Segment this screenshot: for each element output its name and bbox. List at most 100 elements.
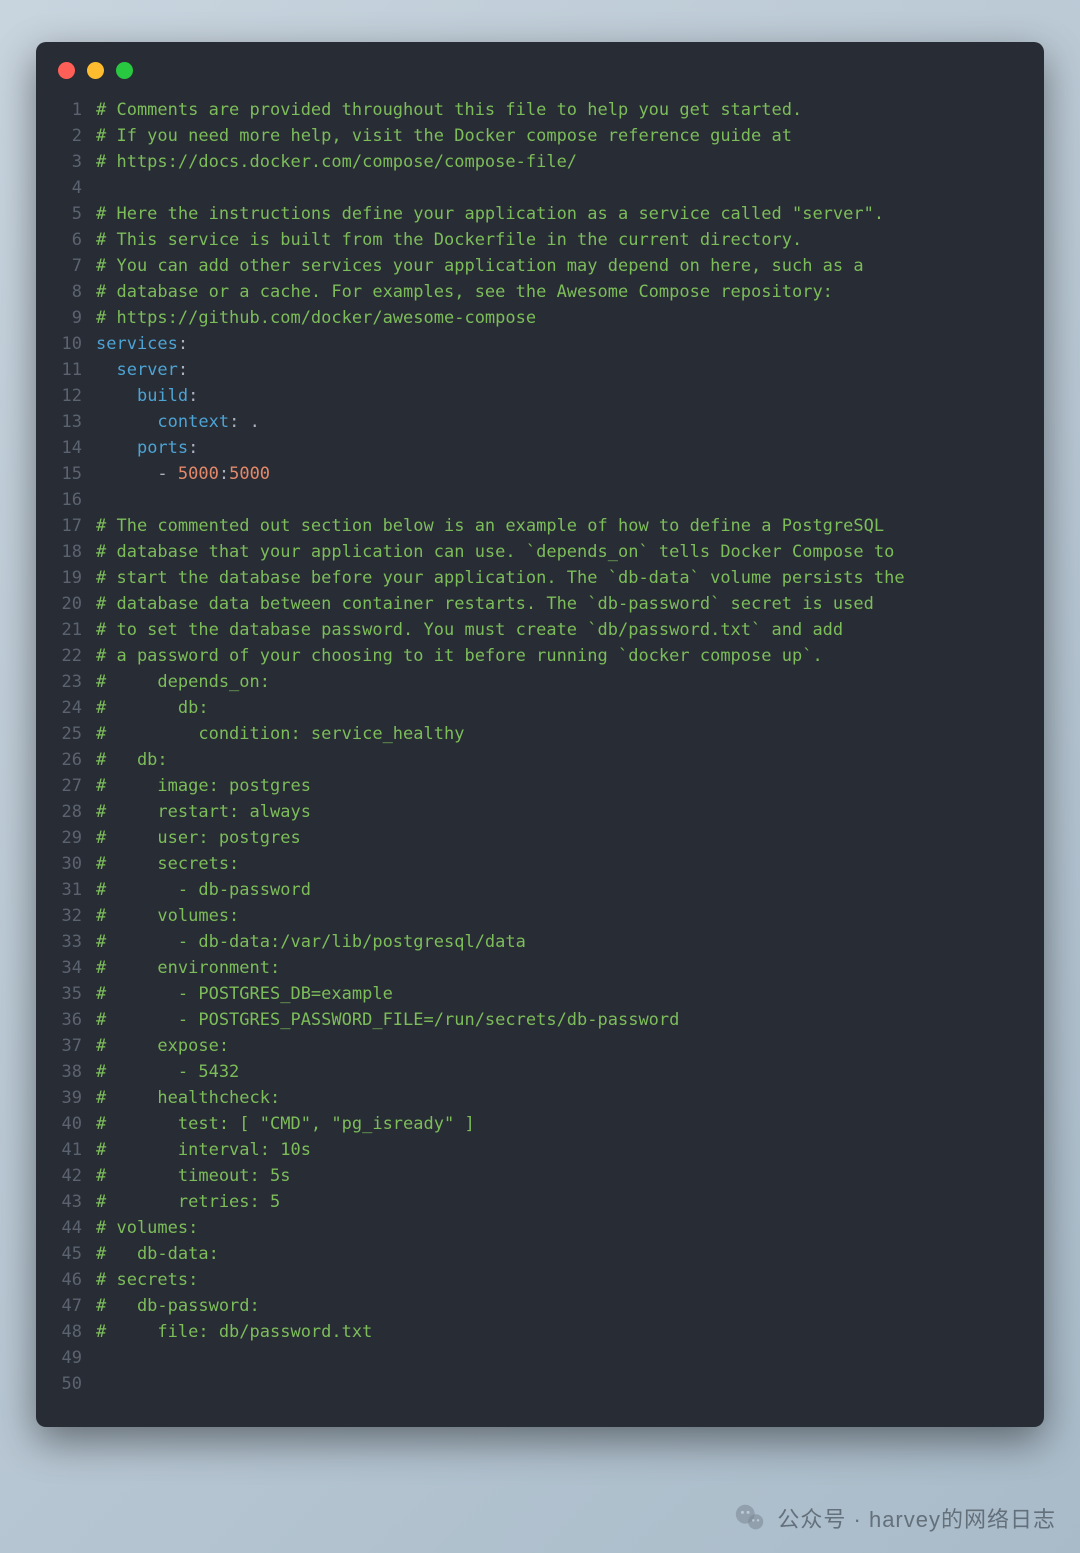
line-number: 14 — [36, 435, 82, 461]
token: # You can add other services your applic… — [96, 256, 864, 276]
code-line[interactable]: # Here the instructions define your appl… — [96, 201, 1024, 227]
line-number: 40 — [36, 1111, 82, 1137]
token: - — [96, 464, 178, 484]
maximize-icon[interactable] — [116, 62, 133, 79]
token: # db-password: — [96, 1296, 260, 1316]
code-line[interactable]: context: . — [96, 409, 1024, 435]
code-line[interactable] — [96, 487, 1024, 513]
token: 5000 — [178, 464, 219, 484]
code-line[interactable]: # start the database before your applica… — [96, 565, 1024, 591]
line-number: 24 — [36, 695, 82, 721]
token: : — [178, 334, 188, 354]
code-line[interactable]: server: — [96, 357, 1024, 383]
code-line[interactable] — [96, 175, 1024, 201]
token: # If you need more help, visit the Docke… — [96, 126, 792, 146]
code-line[interactable]: # - db-data:/var/lib/postgresql/data — [96, 929, 1024, 955]
token: # volumes: — [96, 906, 239, 926]
token — [96, 412, 157, 432]
code-line[interactable]: # user: postgres — [96, 825, 1024, 851]
token: # interval: 10s — [96, 1140, 311, 1160]
code-line[interactable]: # Comments are provided throughout this … — [96, 97, 1024, 123]
token: . — [239, 412, 259, 432]
line-number: 16 — [36, 487, 82, 513]
token: : — [178, 360, 188, 380]
code-content[interactable]: # Comments are provided throughout this … — [96, 97, 1044, 1397]
token: # db: — [96, 698, 209, 718]
code-line[interactable]: # - POSTGRES_DB=example — [96, 981, 1024, 1007]
code-line[interactable]: # test: [ "CMD", "pg_isready" ] — [96, 1111, 1024, 1137]
code-line[interactable]: # https://docs.docker.com/compose/compos… — [96, 149, 1024, 175]
token: # - db-password — [96, 880, 311, 900]
code-line[interactable]: # image: postgres — [96, 773, 1024, 799]
line-number: 49 — [36, 1345, 82, 1371]
code-line[interactable]: ports: — [96, 435, 1024, 461]
line-number: 30 — [36, 851, 82, 877]
code-line[interactable]: services: — [96, 331, 1024, 357]
token: # - POSTGRES_DB=example — [96, 984, 393, 1004]
code-line[interactable]: # - POSTGRES_PASSWORD_FILE=/run/secrets/… — [96, 1007, 1024, 1033]
code-line[interactable]: # secrets: — [96, 851, 1024, 877]
code-line[interactable]: # expose: — [96, 1033, 1024, 1059]
code-line[interactable]: # to set the database password. You must… — [96, 617, 1024, 643]
token: # This service is built from the Dockerf… — [96, 230, 802, 250]
line-number: 19 — [36, 565, 82, 591]
code-line[interactable]: # - db-password — [96, 877, 1024, 903]
code-line[interactable]: # volumes: — [96, 1215, 1024, 1241]
token: # depends_on: — [96, 672, 270, 692]
token: ports — [137, 438, 188, 458]
line-number: 1 — [36, 97, 82, 123]
line-number: 21 — [36, 617, 82, 643]
code-line[interactable]: # depends_on: — [96, 669, 1024, 695]
line-number: 37 — [36, 1033, 82, 1059]
line-number: 50 — [36, 1371, 82, 1397]
code-line[interactable]: # db-data: — [96, 1241, 1024, 1267]
token: server — [116, 360, 177, 380]
token: : — [229, 412, 239, 432]
line-number: 28 — [36, 799, 82, 825]
code-line[interactable]: # You can add other services your applic… — [96, 253, 1024, 279]
code-line[interactable]: # secrets: — [96, 1267, 1024, 1293]
code-line[interactable]: # condition: service_healthy — [96, 721, 1024, 747]
token — [96, 438, 137, 458]
token: # file: db/password.txt — [96, 1322, 372, 1342]
close-icon[interactable] — [58, 62, 75, 79]
code-line[interactable]: # The commented out section below is an … — [96, 513, 1024, 539]
code-line[interactable]: # db-password: — [96, 1293, 1024, 1319]
token: : — [188, 438, 198, 458]
code-line[interactable]: # volumes: — [96, 903, 1024, 929]
code-editor[interactable]: 1234567891011121314151617181920212223242… — [36, 89, 1044, 1427]
code-line[interactable]: # If you need more help, visit the Docke… — [96, 123, 1024, 149]
code-line[interactable]: build: — [96, 383, 1024, 409]
code-line[interactable]: # timeout: 5s — [96, 1163, 1024, 1189]
token: # db-data: — [96, 1244, 219, 1264]
code-line[interactable] — [96, 1371, 1024, 1397]
code-line[interactable]: # This service is built from the Dockerf… — [96, 227, 1024, 253]
line-number: 44 — [36, 1215, 82, 1241]
code-line[interactable]: # retries: 5 — [96, 1189, 1024, 1215]
code-line[interactable]: # interval: 10s — [96, 1137, 1024, 1163]
line-number: 22 — [36, 643, 82, 669]
code-line[interactable]: # a password of your choosing to it befo… — [96, 643, 1024, 669]
code-line[interactable]: # database data between container restar… — [96, 591, 1024, 617]
minimize-icon[interactable] — [87, 62, 104, 79]
token: build — [137, 386, 188, 406]
code-line[interactable]: # db: — [96, 747, 1024, 773]
code-line[interactable] — [96, 1345, 1024, 1371]
code-line[interactable]: # - 5432 — [96, 1059, 1024, 1085]
token: # database that your application can use… — [96, 542, 894, 562]
line-number: 35 — [36, 981, 82, 1007]
code-line[interactable]: # db: — [96, 695, 1024, 721]
code-line[interactable]: - 5000:5000 — [96, 461, 1024, 487]
token: # secrets: — [96, 854, 239, 874]
editor-window: 1234567891011121314151617181920212223242… — [36, 42, 1044, 1427]
code-line[interactable]: # environment: — [96, 955, 1024, 981]
token: services — [96, 334, 178, 354]
line-number: 20 — [36, 591, 82, 617]
code-line[interactable]: # restart: always — [96, 799, 1024, 825]
code-line[interactable]: # database that your application can use… — [96, 539, 1024, 565]
code-line[interactable]: # https://github.com/docker/awesome-comp… — [96, 305, 1024, 331]
line-number: 25 — [36, 721, 82, 747]
code-line[interactable]: # file: db/password.txt — [96, 1319, 1024, 1345]
code-line[interactable]: # healthcheck: — [96, 1085, 1024, 1111]
code-line[interactable]: # database or a cache. For examples, see… — [96, 279, 1024, 305]
